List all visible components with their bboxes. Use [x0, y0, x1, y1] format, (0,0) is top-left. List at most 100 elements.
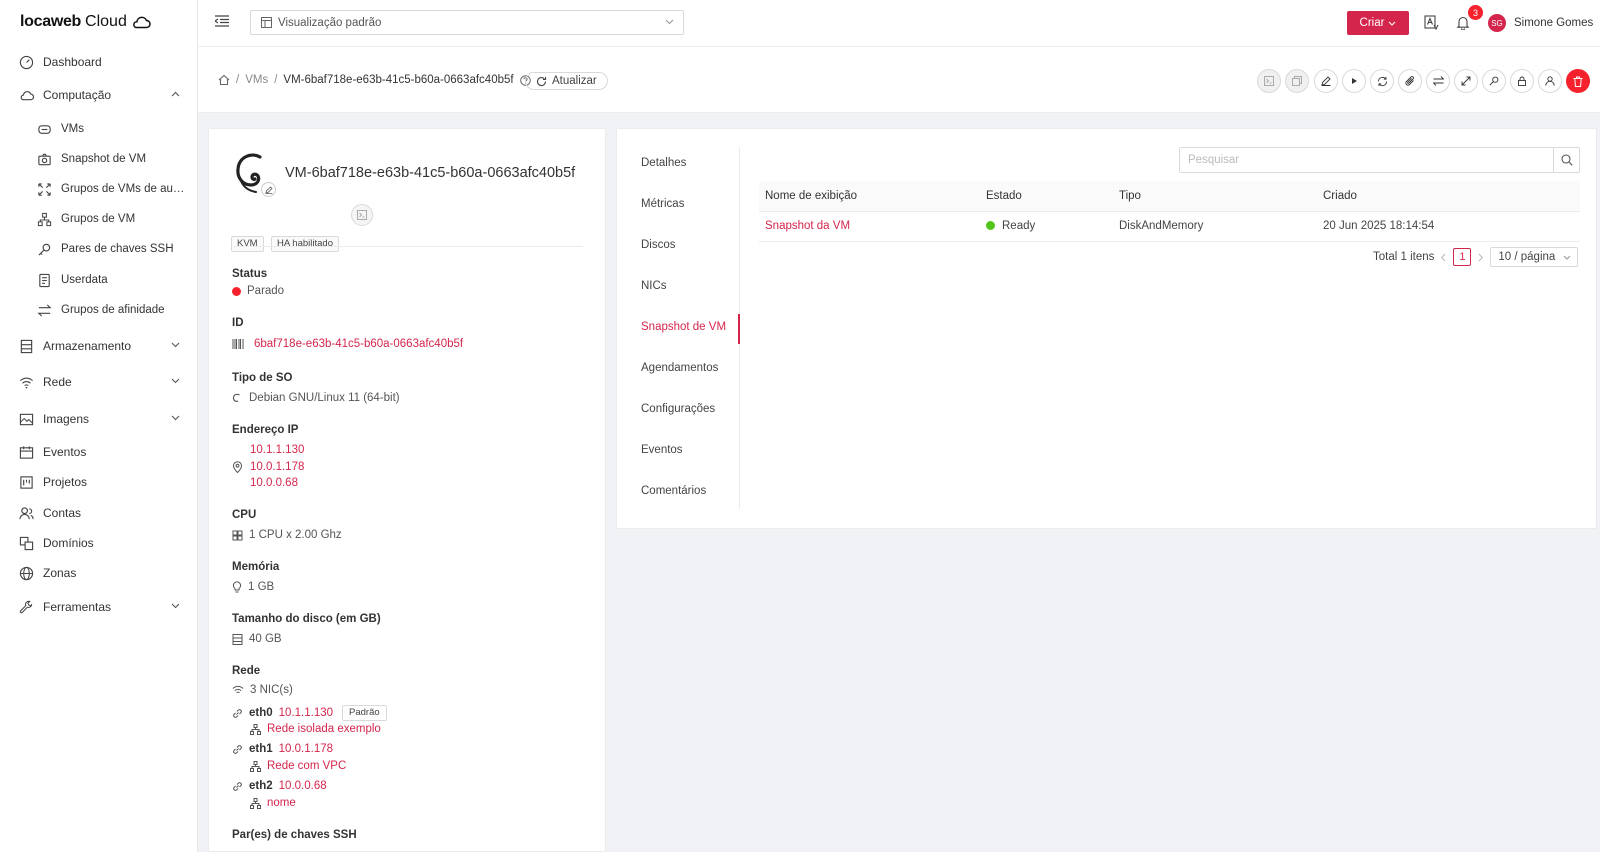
menu-fold-icon[interactable] [215, 15, 229, 27]
sidebar-item-projects[interactable]: Projetos [0, 468, 198, 496]
divider [233, 246, 583, 247]
sidebar-item-zones[interactable]: Zonas [0, 559, 198, 587]
sidebar-item-events[interactable]: Eventos [0, 438, 198, 466]
delete-button[interactable] [1566, 69, 1590, 93]
tab-detalhes[interactable]: Detalhes [641, 157, 686, 169]
vm-id-link[interactable]: 6baf718e-e63b-41c5-b60a-0663afc40b5f [254, 338, 463, 350]
vm-tabs-card: Detalhes Métricas Discos NICs Snapshot d… [616, 128, 1597, 529]
ip-address-link[interactable]: 10.0.1.178 [250, 461, 304, 473]
sidebar-item-snapshot-vm[interactable]: Snapshot de VM [0, 145, 198, 173]
breadcrumb-bar: / VMs / VM-6baf718e-e63b-41c5-b60a-0663a… [198, 47, 1600, 113]
nic-network: Rede isolada exemplo [250, 723, 381, 735]
sidebar-item-label: Eventos [43, 445, 87, 459]
translate-icon[interactable] [1424, 15, 1439, 30]
nic-network-link[interactable]: nome [267, 797, 296, 809]
os-value: Debian GNU/Linux 11 (64-bit) [232, 392, 400, 404]
chevron-down-icon [1563, 255, 1571, 260]
reset-password-button[interactable] [1510, 69, 1534, 93]
console-button[interactable] [1257, 69, 1281, 93]
expand-icon [38, 182, 51, 196]
snapshots-table: Nome de exibição Estado Tipo Criado Snap… [759, 181, 1580, 242]
nic-network-link[interactable]: Rede com VPC [267, 760, 346, 772]
sidebar-item-accounts[interactable]: Contas [0, 499, 198, 527]
sidebar-item-affinity-groups[interactable]: Grupos de afinidade [0, 296, 198, 324]
sidebar-item-domains[interactable]: Domínios [0, 529, 198, 557]
refresh-icon [536, 76, 547, 86]
column-header-created[interactable]: Criado [1317, 181, 1580, 212]
create-button[interactable]: Criar [1347, 11, 1409, 35]
ssh-key-button[interactable] [1482, 69, 1506, 93]
tab-agendamentos[interactable]: Agendamentos [641, 362, 718, 374]
refresh-button[interactable]: Atualizar [525, 72, 608, 90]
tab-comentarios[interactable]: Comentários [641, 485, 706, 497]
status-label: Status [232, 268, 268, 280]
column-header-type[interactable]: Tipo [1113, 181, 1317, 212]
user-name[interactable]: Simone Gomes [1514, 17, 1593, 29]
nic-network-link[interactable]: Rede isolada exemplo [267, 723, 381, 735]
breadcrumb-vms[interactable]: VMs [245, 74, 268, 86]
tab-eventos[interactable]: Eventos [641, 444, 683, 456]
tab-snapshot-vm[interactable]: Snapshot de VM [641, 321, 726, 333]
reboot-button[interactable] [1370, 69, 1394, 93]
sidebar-item-computacao[interactable]: Computação [0, 81, 198, 109]
tab-configuracoes[interactable]: Configurações [641, 403, 715, 415]
link-icon [233, 744, 242, 754]
table-row[interactable]: Snapshot da VM Ready DiskAndMemory 20 Ju… [759, 211, 1580, 242]
nic-name: eth2 [249, 780, 273, 792]
nic-ip-link[interactable]: 10.0.1.178 [279, 743, 333, 755]
sidebar-item-vm-groups[interactable]: Grupos de VM [0, 205, 198, 233]
tag-ha: HA habilitado [271, 236, 339, 252]
sidebar-item-ssh-keys[interactable]: Pares de chaves SSH [0, 235, 198, 263]
ip-address-link[interactable]: 10.0.0.68 [250, 477, 298, 489]
edit-icon [1321, 76, 1331, 86]
scale-button[interactable] [1454, 69, 1478, 93]
page-size-select[interactable]: 10 / página [1490, 247, 1579, 267]
nic-ip-link[interactable]: 10.1.1.130 [279, 707, 333, 719]
copy-button[interactable] [1285, 69, 1309, 93]
home-icon[interactable] [218, 74, 230, 86]
sidebar-item-images[interactable]: Imagens [0, 405, 198, 433]
key-icon [38, 243, 51, 256]
assign-vm-button[interactable] [1538, 69, 1562, 93]
sidebar-item-network[interactable]: Rede [0, 368, 198, 396]
nic-ip-link[interactable]: 10.0.0.68 [279, 780, 327, 792]
search-button[interactable] [1553, 148, 1579, 172]
console-button[interactable] [351, 204, 373, 226]
table-header-row: Nome de exibição Estado Tipo Criado [759, 181, 1580, 212]
edit-button[interactable] [1314, 69, 1338, 93]
pagination-page[interactable]: 1 [1453, 248, 1472, 266]
search-input[interactable] [1180, 148, 1553, 172]
sidebar-item-userdata[interactable]: Userdata [0, 266, 198, 294]
tab-nics[interactable]: NICs [641, 280, 667, 292]
chevron-left-icon[interactable] [1440, 253, 1447, 262]
nic-eth2: eth2 10.0.0.68 [232, 780, 327, 792]
camera-icon [38, 153, 51, 165]
sidebar-item-label: Armazenamento [43, 339, 132, 353]
ip-label: Endereço IP [232, 424, 299, 436]
attach-button[interactable] [1398, 69, 1422, 93]
sidebar-item-dashboard[interactable]: Dashboard [0, 48, 198, 76]
status-stopped-icon [232, 286, 241, 296]
sidebar-item-autoscale-groups[interactable]: Grupos de VMs de auto... [0, 175, 198, 203]
chevron-right-icon[interactable] [1477, 253, 1484, 262]
bell-icon[interactable] [1456, 15, 1470, 30]
snapshot-name-link[interactable]: Snapshot da VM [765, 220, 850, 232]
view-select[interactable]: Visualização padrão [250, 10, 684, 35]
sidebar-item-storage[interactable]: Armazenamento [0, 332, 198, 360]
vm-info-card: VM-6baf718e-e63b-41c5-b60a-0663afc40b5f … [208, 128, 606, 852]
brand-logo[interactable]: locaweb Cloud [20, 13, 151, 31]
barcode-icon [232, 339, 244, 349]
start-button[interactable] [1342, 69, 1366, 93]
tab-metricas[interactable]: Métricas [641, 198, 684, 210]
column-header-name[interactable]: Nome de exibição [759, 181, 980, 212]
column-header-state[interactable]: Estado [980, 181, 1113, 212]
edit-icon-button[interactable] [261, 182, 276, 197]
nic-count-text: 3 NIC(s) [250, 684, 293, 696]
migrate-button[interactable] [1426, 69, 1450, 93]
sidebar-item-tools[interactable]: Ferramentas [0, 593, 198, 621]
disk-label: Tamanho do disco (em GB) [232, 613, 381, 625]
tab-discos[interactable]: Discos [641, 239, 676, 251]
avatar[interactable]: SG [1488, 14, 1506, 32]
sidebar-item-vms[interactable]: VMs [0, 115, 198, 143]
ip-address-link[interactable]: 10.1.1.130 [250, 444, 304, 456]
